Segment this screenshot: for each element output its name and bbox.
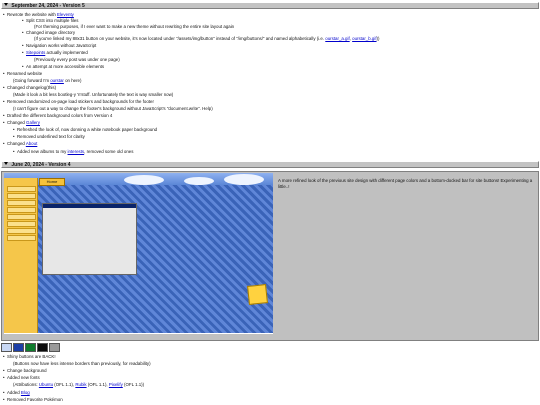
sidebar-item[interactable]	[7, 235, 36, 241]
swatch	[1, 343, 12, 352]
ubuntu-font-link[interactable]: Ubuntu	[39, 382, 53, 387]
list-item: • Renamed website	[3, 71, 43, 76]
swatch	[49, 343, 60, 352]
sidebar-item[interactable]	[7, 186, 36, 192]
cloud-shape	[224, 174, 264, 185]
ourstar-a-link[interactable]: ourstar_a.gif	[325, 36, 349, 41]
list-item-note: (Buttons now have less intense borders t…	[13, 361, 151, 366]
ourstar-b-link[interactable]: ourstar_b.gif	[352, 36, 376, 41]
list-item: • Changed changelog(this)	[3, 85, 57, 90]
list-item-note: (If you've linked my 88x31 button on you…	[34, 36, 380, 41]
list-item: • Rewrote the website with Eleventy	[3, 12, 74, 17]
list-item: • Changed Gallery	[3, 120, 40, 125]
version-4-header[interactable]: June 20, 2024 - Version 4	[1, 161, 539, 168]
version-4-caption: A more refined look of the previous site…	[278, 178, 533, 189]
sidebar-item[interactable]	[7, 200, 36, 206]
eleventy-link[interactable]: Eleventy	[57, 12, 74, 17]
version-4-title: June 20, 2024 - Version 4	[11, 162, 71, 168]
ourstar-link[interactable]: ourstar	[50, 78, 64, 83]
blog-link[interactable]: Blog	[21, 390, 30, 395]
list-item: • Added new albums to my interests, remov…	[13, 149, 134, 154]
home-button[interactable]: Home	[39, 178, 65, 186]
list-item: • Added new fonts	[3, 375, 40, 380]
version-5-title: September 24, 2024 - Version 5	[11, 3, 85, 9]
list-item: • Split CSS into multiple files	[22, 18, 79, 23]
sidebar-item[interactable]	[7, 228, 36, 234]
sidebar-item[interactable]	[7, 193, 36, 199]
list-item: • Changed image directory	[22, 30, 76, 35]
sitepoints-link[interactable]: Sitepoints	[26, 50, 45, 55]
cloud-shape	[184, 177, 214, 185]
swatch	[37, 343, 48, 352]
interests-link[interactable]: interests	[68, 149, 85, 154]
list-item: • Sitepoints actually implemented	[22, 50, 88, 55]
cloud-shape	[124, 175, 164, 185]
site-button-bar	[4, 333, 273, 339]
list-item-note: (I can't figure out a way to change the …	[13, 106, 213, 111]
list-item-note: (For theming purposes, if I ever want to…	[34, 24, 235, 29]
sticky-note-icon	[247, 284, 268, 305]
collapse-triangle-icon	[4, 3, 8, 6]
list-item-note: (Made it look a bit less bootleg-y 'n'st…	[13, 92, 174, 97]
list-item: • Refreshed the look of, now donning a wh…	[13, 127, 158, 132]
about-link[interactable]: About	[26, 141, 37, 146]
list-item: • An attempt at more accessible elements	[22, 64, 105, 69]
list-item: • Drafted the different background colors…	[3, 113, 113, 118]
sidebar-item[interactable]	[7, 207, 36, 213]
swatch	[13, 343, 24, 352]
version-4-preview-panel: Home A more refined look of the previous…	[1, 171, 539, 341]
list-item: • Navigation works without JavaScript	[22, 43, 97, 48]
sidebar	[4, 178, 38, 339]
list-item: • Removed randomized on-page load sticker…	[3, 99, 154, 104]
collapse-triangle-icon	[4, 162, 8, 165]
list-item: • Shiny buttons are BACK!	[3, 354, 56, 359]
version-5-header[interactable]: September 24, 2024 - Version 5	[1, 2, 539, 9]
window-titlebar	[43, 204, 136, 208]
list-item: • Removed Favorite Pokémon	[3, 397, 63, 402]
list-item-note: (Previously every post was under one pag…	[34, 57, 120, 62]
sidebar-item[interactable]	[7, 214, 36, 220]
version-4-screenshot[interactable]: Home	[4, 173, 273, 339]
pixelify-font-link[interactable]: Pixelify	[109, 382, 123, 387]
gallery-link[interactable]: Gallery	[26, 120, 40, 125]
rubik-font-link[interactable]: Rubik	[75, 382, 86, 387]
list-item: • Change background	[3, 368, 47, 373]
content-window	[42, 203, 137, 275]
list-item-note: (Attributions: Ubuntu (OFL 1.1), Rubik (…	[13, 382, 145, 387]
list-item: • Removed underlined text for clarity	[13, 134, 85, 139]
swatch	[25, 343, 36, 352]
sidebar-item[interactable]	[7, 221, 36, 227]
list-item-note: (Going forward I'm ourstar on here)	[13, 78, 82, 83]
list-item: • Changed About	[3, 141, 38, 146]
list-item: • Added Blog	[3, 390, 30, 395]
